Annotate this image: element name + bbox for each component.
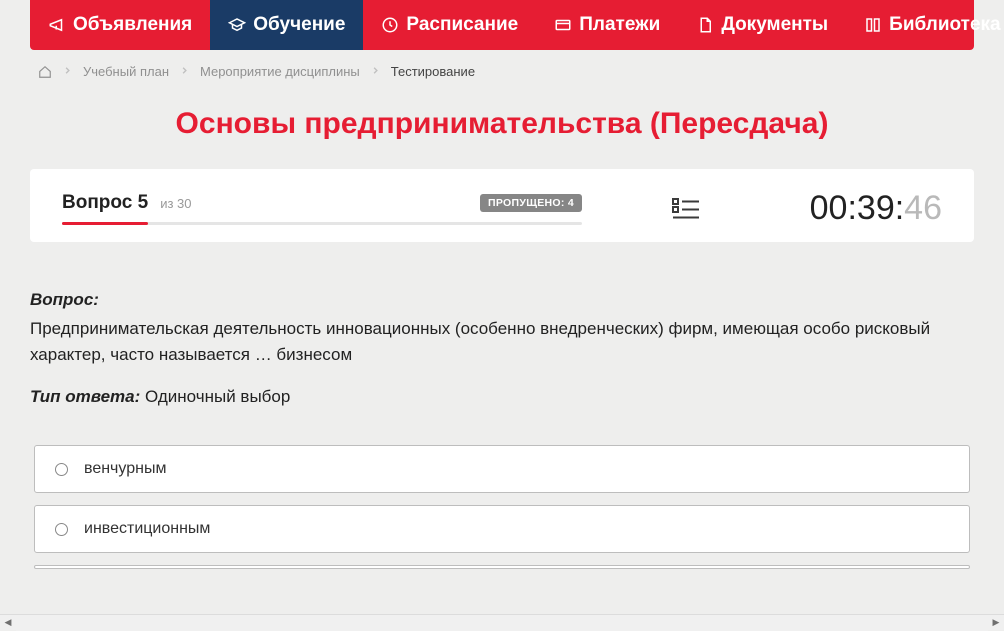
answer-text: инвестиционным xyxy=(84,520,210,538)
education-icon xyxy=(228,16,246,34)
answer-type-value: Одиночный выбор xyxy=(145,387,290,406)
page-title: Основы предпринимательства (Пересдача) xyxy=(0,107,1004,141)
answer-text: венчурным xyxy=(84,460,166,478)
payment-icon xyxy=(554,16,572,34)
horizontal-scrollbar[interactable]: ◀ ▶ xyxy=(0,614,1004,630)
chevron-right-icon xyxy=(179,64,190,79)
nav-label: Объявления xyxy=(73,14,192,36)
question-number: Вопрос 5 xyxy=(62,192,148,214)
clock-icon xyxy=(381,16,399,34)
nav-label: Обучение xyxy=(253,14,345,36)
top-nav: Объявления Обучение Расписание Платежи Д… xyxy=(30,0,974,50)
question-block: Вопрос: Предпринимательская деятельность… xyxy=(0,242,1004,387)
nav-documents[interactable]: Документы xyxy=(678,0,846,50)
answer-option[interactable]: инвестиционным xyxy=(34,505,970,553)
timer: 00:39:46 xyxy=(810,189,942,228)
timer-seconds: 46 xyxy=(904,189,942,227)
question-total: из 30 xyxy=(160,196,191,211)
answer-option[interactable]: венчурным xyxy=(34,445,970,493)
scroll-track[interactable] xyxy=(16,615,988,631)
radio-icon xyxy=(55,523,68,536)
breadcrumb-current: Тестирование xyxy=(391,64,475,79)
nav-library[interactable]: Библиотека xyxy=(846,0,1004,50)
question-text: Предпринимательская деятельность инновац… xyxy=(30,316,974,367)
skipped-badge: ПРОПУЩЕНО: 4 xyxy=(480,194,582,212)
radio-icon xyxy=(55,463,68,476)
nav-label: Документы xyxy=(721,14,828,36)
question-list-icon[interactable] xyxy=(672,197,700,221)
megaphone-icon xyxy=(48,16,66,34)
timer-main: 00:39: xyxy=(810,189,905,227)
answer-type: Тип ответа: Одиночный выбор xyxy=(0,387,1004,437)
nav-education[interactable]: Обучение xyxy=(210,0,363,50)
question-progress: Вопрос 5 из 30 ПРОПУЩЕНО: 4 xyxy=(62,192,582,225)
answer-type-label: Тип ответа: xyxy=(30,387,140,406)
breadcrumb: Учебный план Мероприятие дисциплины Тест… xyxy=(0,50,1004,89)
scroll-left-icon[interactable]: ◀ xyxy=(0,615,16,631)
answer-option[interactable] xyxy=(34,565,970,569)
status-bar: Вопрос 5 из 30 ПРОПУЩЕНО: 4 00:39:46 xyxy=(30,169,974,242)
breadcrumb-link[interactable]: Мероприятие дисциплины xyxy=(200,64,360,79)
answers-list: венчурным инвестиционным xyxy=(0,437,1004,589)
library-icon xyxy=(864,16,882,34)
nav-announcements[interactable]: Объявления xyxy=(30,0,210,50)
nav-label: Платежи xyxy=(579,14,660,36)
nav-label: Расписание xyxy=(406,14,518,36)
scroll-right-icon[interactable]: ▶ xyxy=(988,615,1004,631)
chevron-right-icon xyxy=(370,64,381,79)
document-icon xyxy=(696,16,714,34)
home-icon[interactable] xyxy=(38,65,52,79)
nav-schedule[interactable]: Расписание xyxy=(363,0,536,50)
progress-fill xyxy=(62,222,148,225)
nav-label: Библиотека xyxy=(889,14,1000,36)
chevron-right-icon xyxy=(62,64,73,79)
breadcrumb-link[interactable]: Учебный план xyxy=(83,64,169,79)
question-label: Вопрос: xyxy=(30,290,974,310)
progress-bar xyxy=(62,222,582,225)
nav-payments[interactable]: Платежи xyxy=(536,0,678,50)
